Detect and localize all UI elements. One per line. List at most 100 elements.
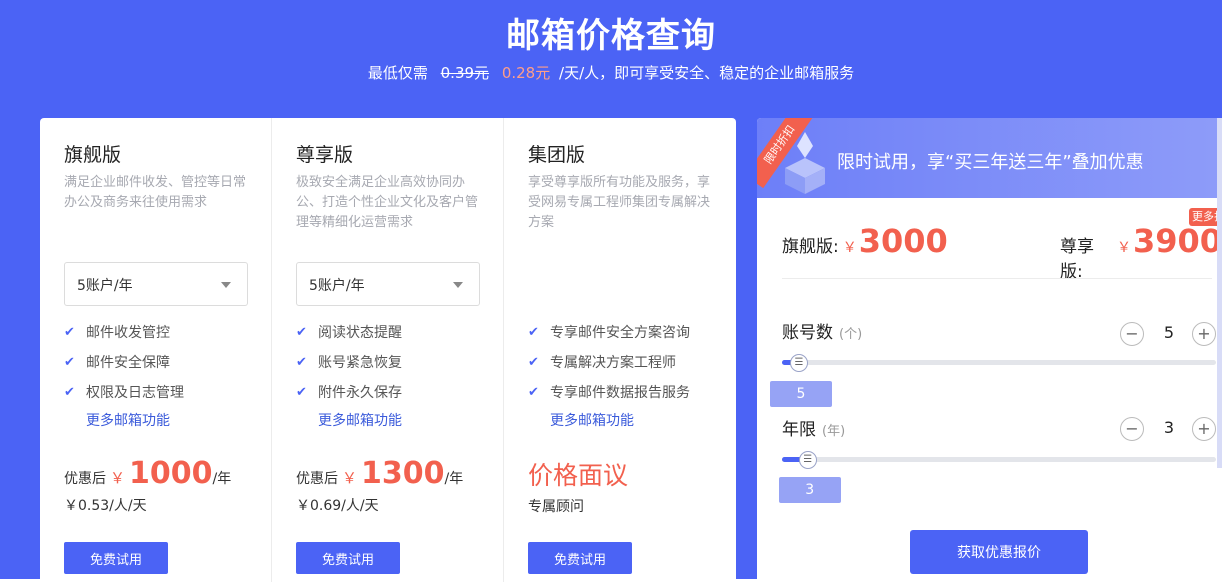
accounts-slider-handle[interactable]: ☰	[790, 354, 809, 372]
price-block: 价格面议 专属顾问	[528, 456, 628, 516]
promo-prices: 旗舰版: ￥ 3000 尊享版: ￥ 3900	[782, 222, 1222, 282]
more-features-link[interactable]: 更多邮箱功能	[86, 410, 170, 430]
account-select[interactable]: 5账户/年	[296, 262, 480, 306]
years-slider-handle[interactable]: ☰	[798, 451, 817, 469]
accounts-unit: (个)	[839, 327, 863, 342]
feature-item: ✔ 权限及日志管理	[64, 377, 184, 407]
feature-label: 账号紧急恢复	[318, 355, 402, 371]
years-slider-track[interactable]	[782, 457, 1216, 462]
years-label: 年限 (年)	[782, 415, 845, 440]
flagship-label: 旗舰版:	[782, 237, 839, 257]
plan-name: 集团版	[528, 144, 586, 166]
accounts-label-text: 账号数	[782, 323, 833, 343]
subtitle-suffix: /天/人，即可享受安全、稳定的企业邮箱服务	[559, 64, 855, 82]
price-value: 1300	[361, 456, 445, 491]
currency-symbol: ￥	[1116, 240, 1131, 256]
per-user-price: ￥0.69/人/天	[296, 498, 379, 514]
years-label-text: 年限	[782, 420, 816, 440]
feature-item: ✔ 邮件安全保障	[64, 347, 184, 377]
plan-card-group: 集团版 享受尊享版所有功能及服务，享受网易专属工程师集团专属解决方案 ✔ 专享邮件…	[504, 118, 736, 582]
page-title: 邮箱价格查询	[506, 16, 716, 56]
subtitle-prefix: 最低仅需	[367, 64, 428, 82]
plan-description: 享受尊享版所有功能及服务，享受网易专属工程师集团专属解决方案	[528, 175, 711, 230]
check-icon: ✔	[528, 324, 539, 340]
free-trial-button[interactable]: 免费试用	[296, 542, 400, 574]
price-prefix: 优惠后	[296, 471, 338, 487]
price-value: 1000	[129, 456, 213, 491]
feature-label: 专享邮件安全方案咨询	[550, 325, 690, 341]
contact-advisor: 专属顾问	[528, 499, 584, 515]
feature-item: ✔ 专享邮件安全方案咨询	[528, 317, 690, 347]
premium-price: 3900	[1132, 222, 1222, 260]
check-icon: ✔	[64, 384, 75, 400]
check-icon: ✔	[64, 354, 75, 370]
feature-item: ✔ 邮件收发管控	[64, 317, 184, 347]
accounts-value: 5	[1163, 323, 1175, 342]
price-prefix: 优惠后	[64, 471, 106, 487]
feature-item: ✔ 附件永久保存	[296, 377, 402, 407]
accounts-decrement-button[interactable]: −	[1120, 322, 1144, 346]
old-price: 0.39元	[440, 64, 490, 82]
check-icon: ✔	[296, 354, 307, 370]
per-user-price: ￥0.53/人/天	[64, 498, 147, 514]
new-price: 0.28元	[501, 64, 551, 82]
more-features-link[interactable]: 更多邮箱功能	[318, 410, 402, 430]
currency-symbol: ￥	[110, 469, 126, 487]
years-decrement-button[interactable]: −	[1120, 417, 1144, 441]
plans-panel: 旗舰版 满足企业邮件收发、管控等日常办公及商务来往使用需求 5账户/年 ✔ 邮件收…	[40, 118, 736, 582]
feature-label: 专属解决方案工程师	[550, 355, 676, 371]
accounts-increment-button[interactable]: +	[1192, 322, 1216, 346]
check-icon: ✔	[528, 354, 539, 370]
accounts-slider-tooltip: 5	[770, 381, 833, 407]
check-icon: ✔	[528, 384, 539, 400]
plan-description: 满足企业邮件收发、管控等日常办公及商务来往使用需求	[64, 175, 247, 210]
free-trial-button[interactable]: 免费试用	[64, 542, 168, 574]
plan-name: 尊享版	[296, 144, 354, 166]
plan-card-premium: 尊享版 极致安全满足企业高效协同办公、打造个性企业文化及客户管理等精细化运营需求…	[272, 118, 504, 582]
feature-item: ✔ 专享邮件数据报告服务	[528, 377, 690, 407]
caret-down-icon	[221, 282, 231, 288]
price-line: 优惠后 ￥ 1300 /年	[296, 456, 463, 491]
check-icon: ✔	[296, 384, 307, 400]
price-unit: /年	[444, 471, 464, 487]
years-unit: (年)	[822, 424, 846, 439]
feature-item: ✔ 账号紧急恢复	[296, 347, 402, 377]
feature-label: 邮件安全保障	[86, 355, 170, 371]
feature-label: 附件永久保存	[318, 385, 402, 401]
price-block: 优惠后 ￥ 1000 /年 ￥0.53/人/天	[64, 456, 231, 515]
price-block: 优惠后 ￥ 1300 /年 ￥0.69/人/天	[296, 456, 463, 515]
account-select[interactable]: 5账户/年	[64, 262, 248, 306]
feature-item: ✔ 专属解决方案工程师	[528, 347, 690, 377]
feature-label: 权限及日志管理	[86, 385, 184, 401]
plan-card-flagship: 旗舰版 满足企业邮件收发、管控等日常办公及商务来往使用需求 5账户/年 ✔ 邮件收…	[40, 118, 272, 582]
years-increment-button[interactable]: +	[1192, 417, 1216, 441]
accounts-label: 账号数 (个)	[782, 318, 862, 343]
promo-banner: 限时折扣 限时试用，享“买三年送三年”叠加优惠	[757, 118, 1222, 198]
price-line: 优惠后 ￥ 1000 /年	[64, 456, 231, 491]
feature-label: 阅读状态提醒	[318, 325, 402, 341]
years-slider-tooltip: 3	[778, 477, 841, 503]
free-trial-button[interactable]: 免费试用	[528, 542, 632, 574]
promo-title: 限时试用，享“买三年送三年”叠加优惠	[837, 152, 1144, 173]
check-icon: ✔	[64, 324, 75, 340]
premium-promo-price: 尊享版: ￥ 3900	[1060, 222, 1222, 282]
feature-label: 邮件收发管控	[86, 325, 170, 341]
currency-symbol: ￥	[342, 469, 358, 487]
check-icon: ✔	[296, 324, 307, 340]
feature-list: ✔ 邮件收发管控 ✔ 邮件安全保障 ✔ 权限及日志管理	[64, 317, 184, 407]
flagship-price: 3000	[858, 222, 948, 260]
page-scrollbar[interactable]	[1217, 118, 1222, 468]
plan-name: 旗舰版	[64, 144, 122, 166]
years-value: 3	[1163, 418, 1175, 437]
feature-list: ✔ 专享邮件安全方案咨询 ✔ 专属解决方案工程师 ✔ 专享邮件数据报告服务	[528, 317, 690, 407]
feature-label: 专享邮件数据报告服务	[550, 385, 690, 401]
accounts-slider-track[interactable]	[782, 360, 1216, 365]
price-negotiable: 价格面议	[528, 461, 629, 490]
promo-panel: 限时折扣 限时试用，享“买三年送三年”叠加优惠 更多折 旗舰版: ￥ 3000 …	[757, 118, 1222, 582]
page-subtitle: 最低仅需 0.39元 0.28元 /天/人，即可享受安全、稳定的企业邮箱服务	[0, 62, 1222, 83]
get-quote-button[interactable]: 获取优惠报价	[910, 530, 1088, 574]
account-select-value: 5账户/年	[309, 278, 365, 294]
more-features-link[interactable]: 更多邮箱功能	[550, 410, 634, 430]
divider	[782, 278, 1212, 279]
premium-label: 尊享版:	[1060, 237, 1094, 282]
